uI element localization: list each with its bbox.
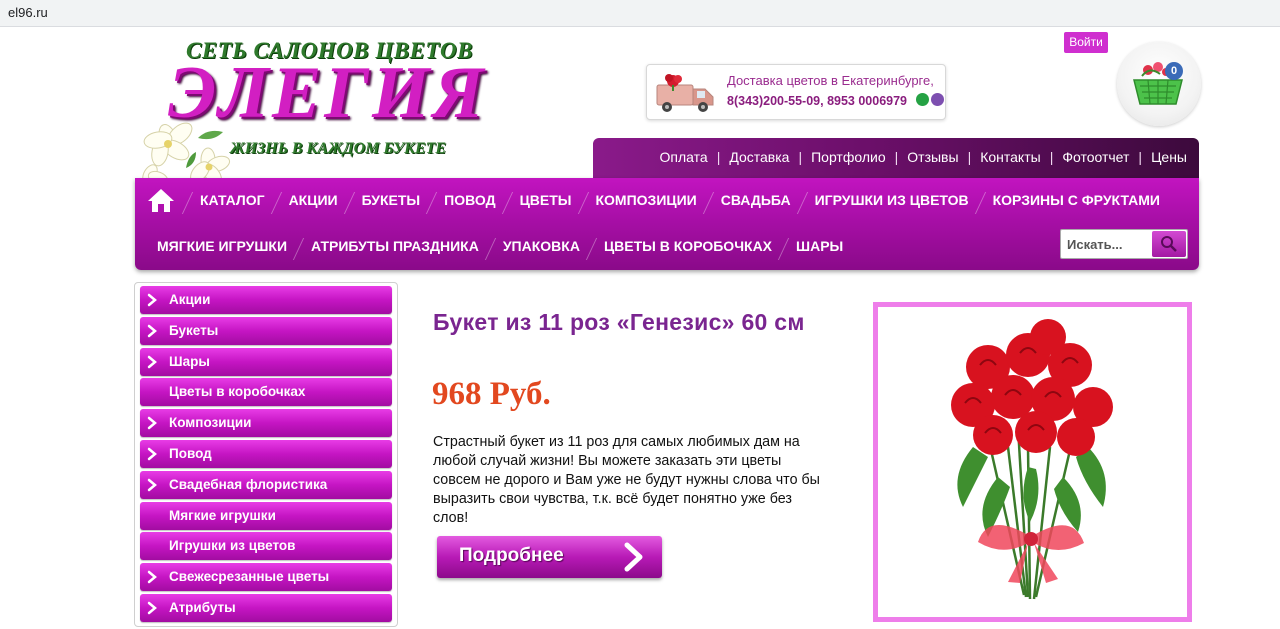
search-button[interactable] xyxy=(1152,231,1186,257)
chevron-right-icon xyxy=(147,293,157,307)
sidebar-item[interactable]: Композиции xyxy=(140,409,392,438)
menu-catalog[interactable]: КАТАЛОГ xyxy=(187,186,276,214)
chevron-right-icon xyxy=(147,478,157,492)
nav-separator: | xyxy=(1138,149,1143,165)
home-icon[interactable] xyxy=(135,178,187,222)
search-input[interactable] xyxy=(1061,230,1153,258)
browser-address-bar[interactable]: el96.ru xyxy=(0,0,1280,27)
viber-icon[interactable] xyxy=(931,93,944,106)
sidebar-item-label: Атрибуты xyxy=(169,599,236,615)
login-button[interactable]: Войти xyxy=(1064,32,1108,53)
menu-fruit-baskets[interactable]: КОРЗИНЫ С ФРУКТАМИ xyxy=(980,186,1171,214)
main-menu: КАТАЛОГ АКЦИИ БУКЕТЫ ПОВОД ЦВЕТЫ КОМПОЗИ… xyxy=(135,178,1199,270)
nav-separator: | xyxy=(967,149,972,165)
cart-button[interactable]: 0 xyxy=(1117,42,1201,126)
search-icon xyxy=(1161,236,1177,252)
nav-separator: | xyxy=(1049,149,1054,165)
sidebar-item-label: Игрушки из цветов xyxy=(169,538,296,554)
info-nav-photo-report[interactable]: Фотоотчет | xyxy=(1062,149,1151,165)
sidebar-item-label: Повод xyxy=(169,445,212,461)
search-box xyxy=(1060,229,1188,259)
menu-flower-toys[interactable]: ИГРУШКИ ИЗ ЦВЕТОВ xyxy=(802,186,980,214)
sidebar-item[interactable]: Атрибуты xyxy=(140,593,392,622)
info-nav-prices[interactable]: Цены xyxy=(1151,149,1187,165)
sidebar-item[interactable]: Повод xyxy=(140,439,392,468)
menu-wedding[interactable]: СВАДЬБА xyxy=(708,186,802,214)
sidebar-item-label: Композиции xyxy=(169,415,252,431)
chevron-right-icon xyxy=(624,542,643,572)
nav-separator: | xyxy=(894,149,899,165)
main-menu-row: КАТАЛОГ АКЦИИ БУКЕТЫ ПОВОД ЦВЕТЫ КОМПОЗИ… xyxy=(135,178,1171,222)
menu-balloons[interactable]: ШАРЫ xyxy=(783,232,854,260)
menu-bouquets[interactable]: БУКЕТЫ xyxy=(349,186,432,214)
red-roses-bouquet-image xyxy=(951,319,1113,600)
sidebar-item-label: Букеты xyxy=(169,322,219,338)
product-description: Страстный букет из 11 роз для самых люби… xyxy=(433,434,820,526)
more-details-button[interactable]: Подробнее xyxy=(437,536,662,578)
cart-count-badge: 0 xyxy=(1165,62,1183,80)
menu-holiday-attributes[interactable]: АТРИБУТЫ ПРАЗДНИКА xyxy=(298,232,490,260)
sidebar-item[interactable]: Цветы в коробочках xyxy=(140,378,392,407)
sidebar-item-label: Акции xyxy=(169,292,211,307)
main-menu-row: МЯГКИЕ ИГРУШКИ АТРИБУТЫ ПРАЗДНИКА УПАКОВ… xyxy=(135,224,854,268)
menu-soft-toys[interactable]: МЯГКИЕ ИГРУШКИ xyxy=(135,232,298,260)
product-price: 968 Руб. xyxy=(432,376,551,412)
page: СЕТЬ САЛОНОВ ЦВЕТОВ ЭЛЕГИЯ ЖИЗНЬ В КАЖДО… xyxy=(0,28,1280,629)
delivery-contact-box: Доставка цветов в Екатеринбурге, 8(343)2… xyxy=(646,64,946,120)
sidebar-item[interactable]: Мягкие игрушки xyxy=(140,501,392,530)
sidebar-item-label: Свадебная флористика xyxy=(169,476,328,492)
sidebar-item[interactable]: Свадебная флористика xyxy=(140,470,392,499)
sidebar-item[interactable]: Букеты xyxy=(140,316,392,345)
product-title: Букет из 11 роз «Генезис» 60 см xyxy=(433,309,805,335)
chevron-right-icon xyxy=(147,447,157,461)
delivery-truck-icon xyxy=(656,74,714,112)
nav-separator: | xyxy=(716,149,721,165)
chevron-right-icon xyxy=(147,324,157,338)
site-logo[interactable]: СЕТЬ САЛОНОВ ЦВЕТОВ ЭЛЕГИЯ ЖИЗНЬ В КАЖДО… xyxy=(138,36,518,186)
menu-packaging[interactable]: УПАКОВКА xyxy=(490,232,591,260)
sidebar-item-label: Мягкие игрушки xyxy=(169,507,276,523)
info-nav-payment[interactable]: Оплата | xyxy=(660,149,730,165)
sidebar-item-label: Цветы в коробочках xyxy=(169,384,306,400)
info-nav-delivery[interactable]: Доставка | xyxy=(729,149,811,165)
menu-promotions[interactable]: АКЦИИ xyxy=(276,186,349,214)
product-photo[interactable] xyxy=(873,302,1192,622)
nav-separator: | xyxy=(798,149,803,165)
chevron-right-icon xyxy=(147,355,157,368)
menu-compositions[interactable]: КОМПОЗИЦИИ xyxy=(583,186,708,214)
info-nav-portfolio[interactable]: Портфолио | xyxy=(811,149,907,165)
url-text[interactable]: el96.ru xyxy=(8,5,48,20)
info-nav-contacts[interactable]: Контакты | xyxy=(980,149,1062,165)
category-sidebar: Акции Букеты Шары Цветы в коробочках Компози… xyxy=(134,282,398,627)
menu-flowers-in-boxes[interactable]: ЦВЕТЫ В КОРОБОЧКАХ xyxy=(591,232,783,260)
whatsapp-icon[interactable] xyxy=(916,93,929,106)
sidebar-item[interactable]: Шары xyxy=(140,347,392,376)
sidebar-item[interactable]: Игрушки из цветов xyxy=(140,532,392,561)
phone-numbers[interactable]: 8(343)200-55-09, 8953 0006979 xyxy=(727,94,907,108)
chevron-right-icon xyxy=(147,601,157,615)
chevron-right-icon xyxy=(147,570,157,584)
delivery-text: Доставка цветов в Екатеринбурге, xyxy=(727,73,934,88)
sidebar-item[interactable]: Свежесрезанные цветы xyxy=(140,563,392,592)
sidebar-item-label: Свежесрезанные цветы xyxy=(169,569,330,585)
info-nav-reviews[interactable]: Отзывы | xyxy=(907,149,980,165)
info-nav: Оплата | Доставка | Портфолио | Отзывы | Кон… xyxy=(593,138,1199,178)
menu-occasion[interactable]: ПОВОД xyxy=(431,186,506,214)
chevron-right-icon xyxy=(147,416,157,430)
more-details-label: Подробнее xyxy=(459,545,564,566)
sidebar-item[interactable]: Акции xyxy=(140,286,392,314)
logo-tagline-bottom: ЖИЗНЬ В КАЖДОМ БУКЕТЕ xyxy=(230,140,447,157)
menu-flowers[interactable]: ЦВЕТЫ xyxy=(507,186,583,214)
logo-brand-name: ЭЛЕГИЯ xyxy=(168,52,487,134)
sidebar-item-label: Шары xyxy=(169,353,210,369)
